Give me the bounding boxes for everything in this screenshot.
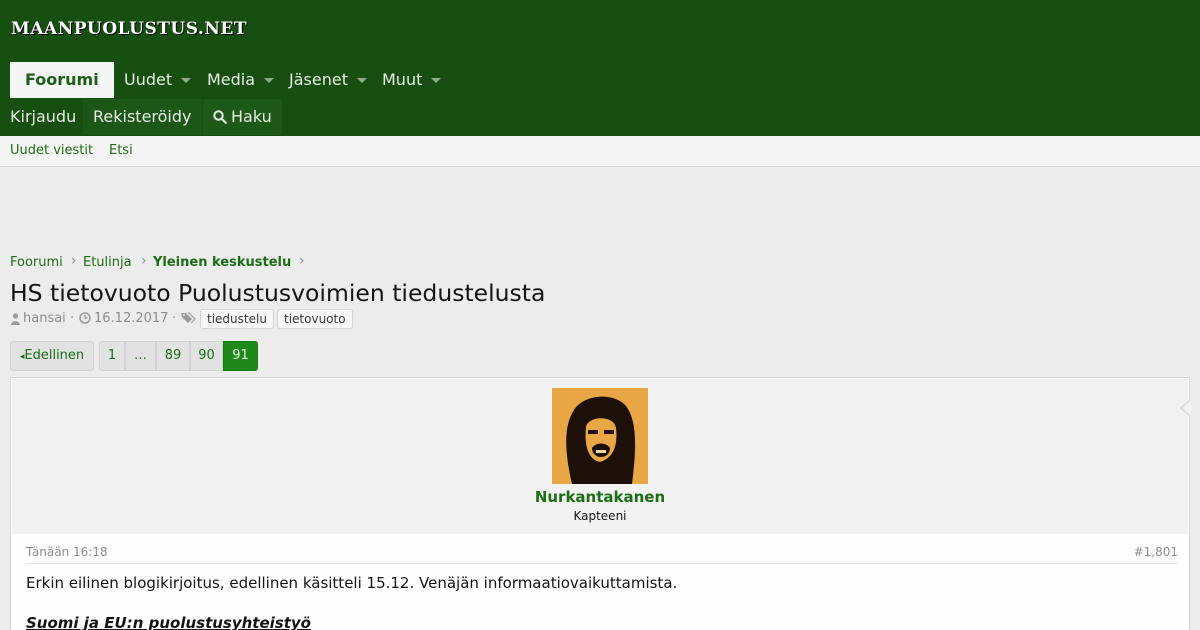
- post-user-rank: Kapteeni: [573, 509, 627, 523]
- tab-muut-label: Muut: [382, 70, 423, 89]
- page-ellipsis[interactable]: …: [125, 341, 156, 371]
- chevron-down-icon[interactable]: [356, 78, 367, 83]
- post-body-text: Erkin eilinen blogikirjoitus, edellinen …: [26, 574, 678, 592]
- breadcrumb-yleinen-keskustelu[interactable]: Yleinen keskustelu: [153, 255, 291, 270]
- tab-uudet-label: Uudet: [124, 70, 173, 89]
- tab-muut[interactable]: Muut: [382, 62, 442, 98]
- post-username[interactable]: Nurkantakanen: [0, 488, 1200, 506]
- site-logo[interactable]: MAANPUOLUSTUS.NET: [11, 19, 247, 39]
- breadcrumb-foorumi[interactable]: Foorumi: [10, 255, 63, 270]
- page-91-current[interactable]: 91: [223, 341, 258, 371]
- tab-uudet[interactable]: Uudet: [124, 62, 192, 98]
- register-link[interactable]: Rekisteröidy: [83, 99, 202, 135]
- search-label: Haku: [231, 107, 272, 126]
- post-body-heading: Suomi ja EU:n puolustusyhteistyö: [26, 614, 311, 630]
- chevron-down-icon[interactable]: [181, 78, 192, 83]
- previous-page-button[interactable]: ◂Edellinen: [10, 341, 94, 371]
- chevron-right-icon: ›: [71, 253, 77, 269]
- tags-icon: [181, 312, 196, 324]
- login-link[interactable]: Kirjaudu: [10, 99, 76, 135]
- thread-author[interactable]: hansai: [23, 311, 66, 326]
- clock-icon: [79, 312, 91, 324]
- breadcrumb-etulinja[interactable]: Etulinja: [83, 255, 132, 270]
- previous-label: Edellinen: [24, 348, 85, 363]
- post-number[interactable]: #1,801: [1134, 545, 1178, 559]
- page-1[interactable]: 1: [99, 341, 125, 371]
- page-title: HS tietovuoto Puolustusvoimien tiedustel…: [10, 279, 546, 307]
- tab-media[interactable]: Media: [207, 62, 275, 98]
- meta-separator: ·: [70, 311, 75, 326]
- chevron-down-icon[interactable]: [431, 78, 442, 83]
- chevron-right-icon: ›: [141, 253, 147, 269]
- thread-date[interactable]: 16.12.2017: [94, 311, 168, 326]
- sub-navigation: Uudet viestit Etsi: [0, 136, 1200, 167]
- page-89[interactable]: 89: [156, 341, 190, 371]
- tab-jasenet-label: Jäsenet: [289, 70, 348, 89]
- user-icon: [11, 313, 20, 325]
- chevron-down-icon[interactable]: [264, 78, 275, 83]
- find-link[interactable]: Etsi: [109, 143, 133, 158]
- new-posts-link[interactable]: Uudet viestit: [10, 143, 93, 158]
- tab-media-label: Media: [207, 70, 256, 89]
- post-timestamp[interactable]: Tänään 16:18: [26, 545, 108, 559]
- tag-tietovuoto[interactable]: tietovuoto: [277, 309, 353, 329]
- tag-tiedustelu[interactable]: tiedustelu: [200, 309, 274, 329]
- tab-jasenet[interactable]: Jäsenet: [289, 62, 367, 98]
- meta-separator: ·: [172, 311, 177, 326]
- chevron-right-icon: ›: [299, 253, 305, 269]
- avatar-image: [552, 388, 648, 484]
- page-90[interactable]: 90: [190, 341, 223, 371]
- search-icon: [213, 110, 227, 124]
- post-pointer-inner: [1182, 400, 1191, 416]
- post-divider: [26, 563, 1179, 564]
- tab-foorumi[interactable]: Foorumi: [10, 62, 114, 98]
- avatar[interactable]: [552, 388, 648, 484]
- search-button[interactable]: Haku: [203, 99, 282, 135]
